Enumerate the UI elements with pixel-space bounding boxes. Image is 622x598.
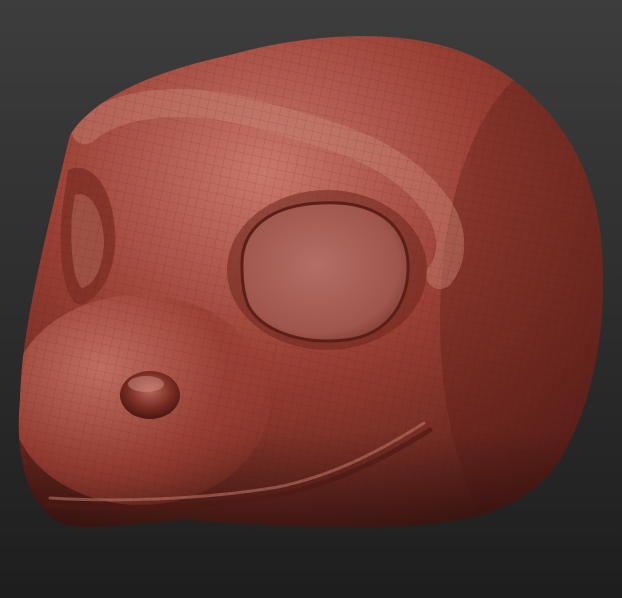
- sculpt-viewport[interactable]: [0, 0, 622, 598]
- right-eye-socket[interactable]: [240, 201, 410, 343]
- sculpted-head-model[interactable]: [0, 0, 622, 598]
- nostril-highlight: [128, 376, 164, 392]
